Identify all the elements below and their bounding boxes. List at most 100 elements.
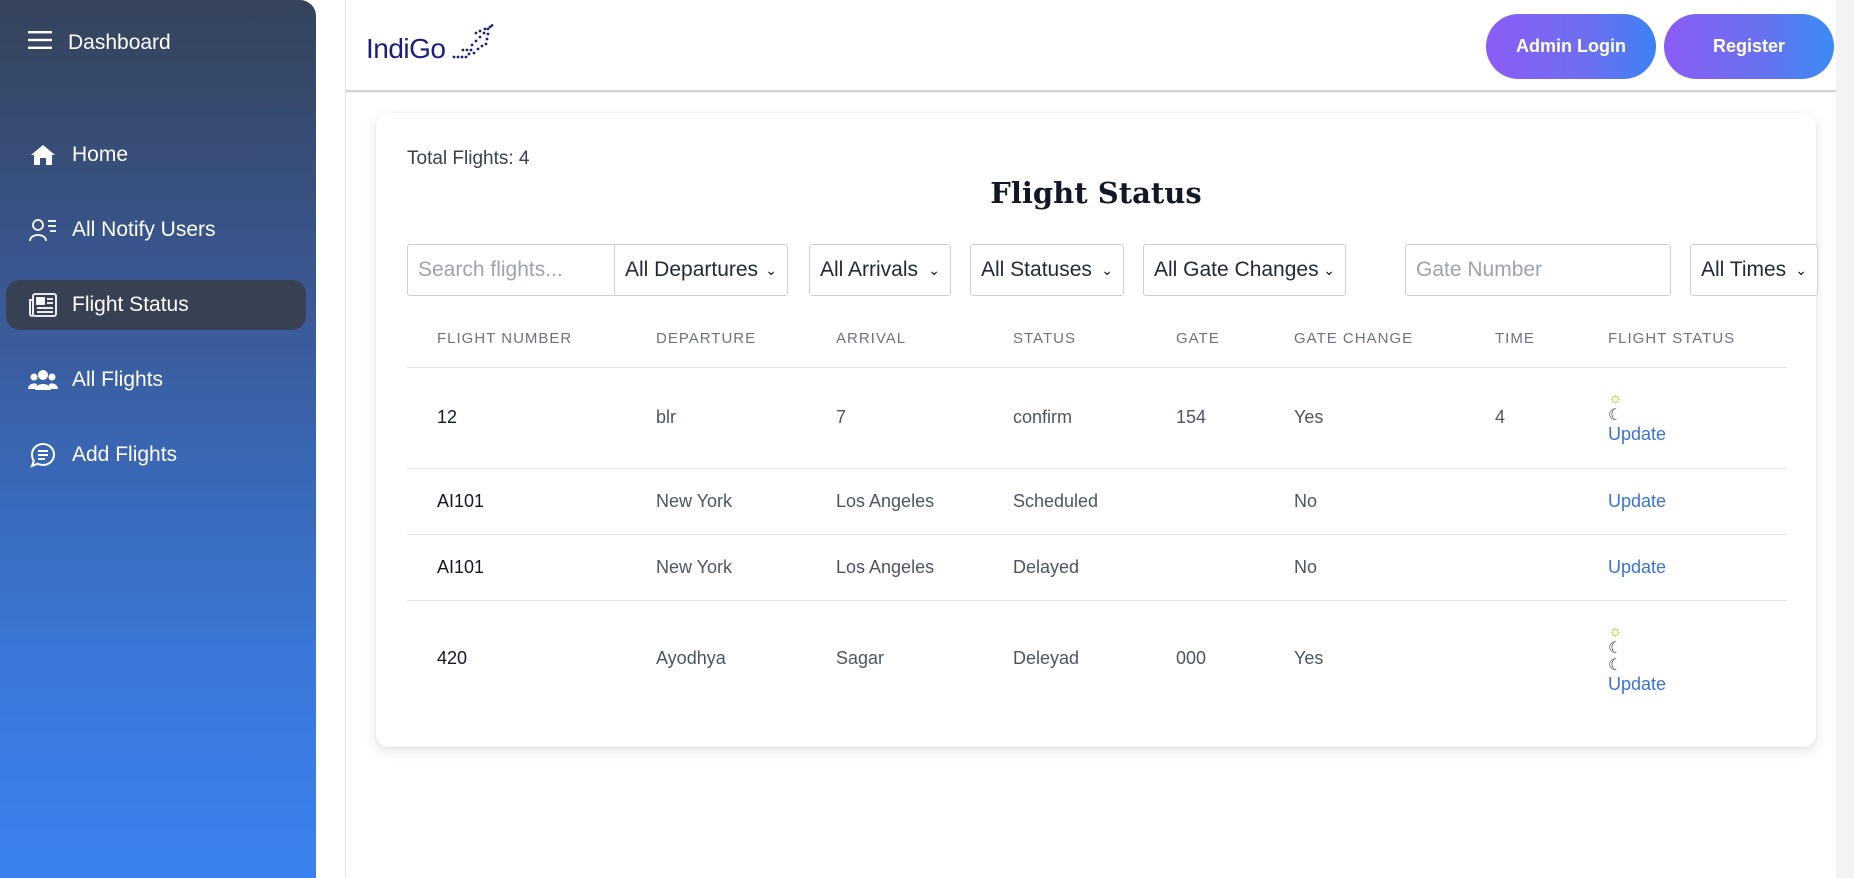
status-cell: confirm	[983, 367, 1146, 469]
sun-icon: ☼	[1608, 622, 1623, 640]
status-cell: Delayed	[983, 534, 1146, 601]
chevron-down-icon: ⌄	[1795, 261, 1807, 278]
departures-select[interactable]: All Departures ⌄	[614, 244, 788, 296]
chevron-down-icon: ⌄	[1323, 261, 1335, 278]
times-select[interactable]: All Times ⌄	[1690, 244, 1818, 296]
sidebar-item-flight-status[interactable]: Flight Status	[6, 280, 306, 330]
gate-change-cell: No	[1264, 534, 1465, 601]
chevron-down-icon: ⌄	[928, 261, 940, 278]
sidebar-item-label: All Notify Users	[72, 218, 216, 241]
register-button[interactable]: Register	[1664, 14, 1834, 79]
flight-status-cell: ☼ ☾ ☾ Update	[1578, 600, 1787, 717]
gate-changes-select[interactable]: All Gate Changes ⌄	[1143, 244, 1346, 296]
flights-table: FLIGHT NUMBER DEPARTURE ARRIVAL STATUS G…	[407, 311, 1787, 717]
total-flights-count: Total Flights: 4	[407, 148, 530, 169]
table-row: 420 Ayodhya Sagar Deleyad 000 Yes ☼ ☾ ☾ …	[407, 600, 1787, 717]
flight-number-cell: AI101	[407, 468, 626, 535]
flight-status-cell: Update	[1578, 534, 1787, 601]
users-group-icon	[28, 365, 58, 395]
flight-number-cell: 420	[437, 648, 468, 669]
hamburger-menu-icon[interactable]	[28, 30, 52, 56]
gate-change-cell: No	[1264, 468, 1465, 535]
sidebar-item-label: Flight Status	[72, 293, 189, 316]
sidebar-item-add-flights[interactable]: Add Flights	[6, 430, 306, 480]
home-icon	[28, 140, 58, 170]
time-cell	[1465, 534, 1578, 601]
time-cell: 4	[1465, 367, 1578, 469]
main-area: IndiGo Admin Login Register Total Flight…	[345, 0, 1854, 878]
indigo-logo[interactable]: IndiGo	[366, 24, 494, 65]
top-bar: IndiGo Admin Login Register	[346, 0, 1836, 92]
update-link[interactable]: Update	[1608, 674, 1787, 695]
table-row: 12 blr 7 confirm 154 Yes 4 ☼ ☾ Update	[407, 367, 1787, 469]
moon-icon: ☾	[1608, 407, 1623, 424]
column-header: GATE CHANGE	[1264, 311, 1465, 368]
search-input[interactable]: Search flights...	[407, 244, 633, 296]
admin-login-button[interactable]: Admin Login	[1486, 14, 1656, 79]
column-header: TIME	[1465, 311, 1578, 368]
status-cell: Scheduled	[983, 468, 1146, 535]
sidebar-item-home[interactable]: Home	[6, 130, 306, 180]
chevron-down-icon: ⌄	[765, 261, 777, 278]
gate-cell: 154	[1146, 367, 1264, 469]
sidebar-header[interactable]: Dashboard	[28, 30, 171, 56]
time-cell	[1465, 600, 1578, 717]
departure-cell: New York	[626, 534, 806, 601]
flight-status-cell: ☼ ☾ Update	[1578, 367, 1787, 469]
flight-number-cell: 12	[407, 367, 626, 469]
arrival-cell: 7	[806, 367, 983, 469]
newspaper-icon	[28, 290, 58, 320]
search-placeholder: Search flights...	[418, 258, 563, 281]
time-cell	[1465, 468, 1578, 535]
user-list-icon	[28, 215, 58, 245]
page-title: Flight Status	[990, 176, 1202, 210]
logo-text: IndiGo	[366, 33, 446, 64]
gate-cell: 000	[1176, 648, 1207, 669]
chat-icon	[28, 440, 58, 470]
gate-change-cell: Yes	[1264, 367, 1465, 469]
plane-dots-icon	[452, 24, 494, 65]
flight-status-card: Total Flights: 4 Flight Status Search fl…	[376, 113, 1818, 747]
departure-cell: New York	[626, 468, 806, 535]
gate-number-input[interactable]: Gate Number	[1405, 244, 1671, 296]
table-row: AI101 New York Los Angeles Delayed No Up…	[407, 534, 1787, 601]
arrival-cell: Los Angeles	[806, 468, 983, 535]
update-link[interactable]: Update	[1608, 424, 1787, 445]
update-link[interactable]: Update	[1608, 557, 1666, 577]
sidebar-item-label: All Flights	[72, 368, 164, 391]
times-select-value: All Times	[1701, 258, 1787, 281]
flight-number-cell: AI101	[407, 534, 626, 601]
statuses-select[interactable]: All Statuses ⌄	[970, 244, 1124, 296]
table-row: AI101 New York Los Angeles Scheduled No …	[407, 468, 1787, 535]
update-link[interactable]: Update	[1608, 491, 1666, 511]
sidebar-title: Dashboard	[68, 31, 171, 54]
column-header: ARRIVAL	[806, 311, 983, 368]
status-cell: Deleyad	[1013, 648, 1080, 669]
sidebar-item-label: Add Flights	[72, 443, 178, 466]
statuses-select-value: All Statuses	[981, 258, 1092, 281]
arrivals-select-value: All Arrivals	[820, 258, 919, 281]
column-header: FLIGHT STATUS	[1578, 311, 1787, 368]
arrival-cell: Sagar	[836, 648, 885, 669]
column-header: DEPARTURE	[626, 311, 806, 368]
gate-cell	[1146, 534, 1264, 601]
sidebar: Dashboard Home All Notify Users Flight S…	[0, 0, 316, 878]
sidebar-item-label: Home	[72, 143, 129, 166]
sun-icon: ☼	[1608, 390, 1623, 407]
table-header-row: FLIGHT NUMBER DEPARTURE ARRIVAL STATUS G…	[407, 311, 1787, 368]
gate-cell	[1146, 468, 1264, 535]
sidebar-nav: Home All Notify Users Flight Status All …	[6, 130, 306, 505]
sidebar-item-all-notify-users[interactable]: All Notify Users	[6, 205, 306, 255]
gate-change-cell: Yes	[1294, 648, 1324, 669]
column-header: GATE	[1146, 311, 1264, 368]
moon-icon: ☾	[1608, 656, 1623, 674]
column-header: FLIGHT NUMBER	[407, 311, 626, 368]
gate-number-placeholder: Gate Number	[1416, 258, 1543, 281]
arrival-cell: Los Angeles	[806, 534, 983, 601]
arrivals-select[interactable]: All Arrivals ⌄	[809, 244, 951, 296]
sidebar-item-all-flights[interactable]: All Flights	[6, 355, 306, 405]
flight-status-cell: Update	[1578, 468, 1787, 535]
column-header: STATUS	[983, 311, 1146, 368]
gate-changes-select-value: All Gate Changes	[1154, 258, 1319, 281]
departure-cell: Ayodhya	[656, 648, 726, 669]
